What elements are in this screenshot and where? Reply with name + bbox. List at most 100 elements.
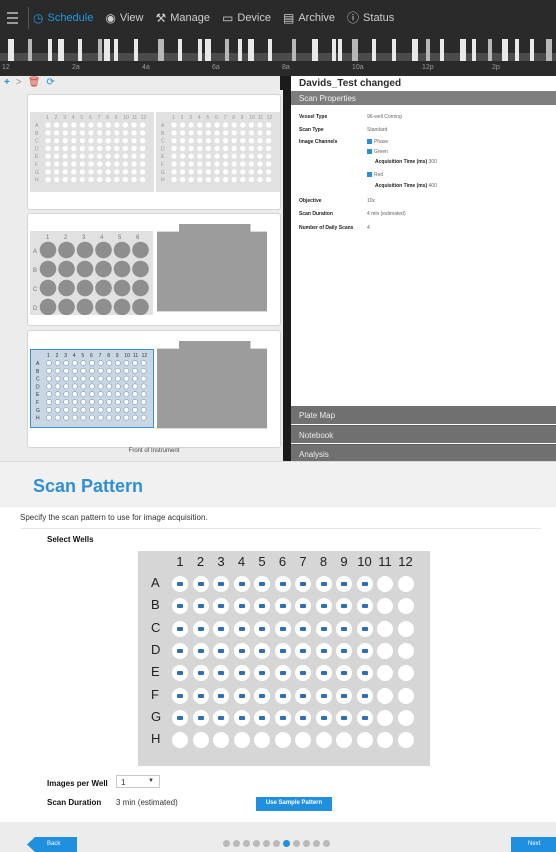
well-G8[interactable] — [315, 709, 332, 726]
column-header-10[interactable]: 10 — [355, 554, 375, 569]
scan-slot-bar[interactable] — [332, 39, 336, 61]
well-F12[interactable] — [397, 687, 414, 704]
scan-slot-bar[interactable] — [440, 39, 444, 61]
well-E11[interactable] — [377, 665, 393, 682]
well-B7[interactable] — [295, 598, 311, 615]
scan-slot-bar[interactable] — [488, 39, 492, 61]
scan-slot-bar[interactable] — [78, 39, 82, 61]
well-D6[interactable] — [274, 642, 291, 659]
well-F3[interactable] — [213, 687, 229, 704]
scan-slot-bar[interactable] — [546, 39, 552, 61]
well-G10[interactable] — [356, 709, 373, 726]
well-D1[interactable] — [172, 642, 188, 659]
well-F5[interactable] — [254, 687, 270, 704]
well-C1[interactable] — [172, 620, 188, 637]
well-E8[interactable] — [315, 665, 332, 682]
row-header-B[interactable]: B — [151, 597, 160, 612]
column-header-5[interactable]: 5 — [252, 554, 272, 569]
well-B2[interactable] — [192, 598, 209, 615]
nav-status[interactable]: ⓘ Status — [347, 12, 394, 24]
step-dot[interactable] — [273, 840, 280, 847]
well-B5[interactable] — [254, 598, 270, 615]
accordion-plate-map[interactable]: Plate Map — [291, 406, 556, 424]
well-F8[interactable] — [315, 687, 332, 704]
well-B10[interactable] — [356, 598, 373, 615]
scan-slot-bar[interactable] — [338, 39, 342, 61]
well-C12[interactable] — [397, 620, 414, 637]
vessel-tray-2[interactable]: 1 2 3 4 5 6 A B C D — [27, 213, 281, 326]
row-header-D[interactable]: D — [151, 642, 160, 657]
well-D4[interactable] — [233, 642, 250, 659]
scan-slot-bar[interactable] — [312, 39, 318, 61]
well-A2[interactable] — [192, 576, 209, 592]
well-G9[interactable] — [336, 709, 352, 726]
images-per-well-select[interactable]: 1 ▼ — [116, 775, 160, 788]
scan-slot-bar[interactable] — [178, 39, 182, 61]
accordion-analysis[interactable]: Analysis — [291, 444, 556, 461]
well-G4[interactable] — [233, 709, 250, 726]
well-H6[interactable] — [274, 732, 291, 749]
well-G3[interactable] — [213, 709, 229, 726]
column-header-9[interactable]: 9 — [334, 554, 354, 569]
well-C4[interactable] — [233, 620, 250, 637]
well-B6[interactable] — [274, 598, 291, 615]
scan-slot-bar[interactable] — [472, 39, 476, 61]
scan-slot-bar[interactable] — [28, 39, 32, 61]
step-dot[interactable] — [323, 840, 330, 847]
next-button[interactable]: Next — [511, 837, 556, 852]
well-A8[interactable] — [315, 576, 332, 592]
scan-slot-bar[interactable] — [502, 39, 508, 61]
step-dot[interactable] — [233, 840, 240, 847]
empty-holder-2[interactable] — [157, 341, 267, 436]
prop-channel-green[interactable]: Green — [367, 149, 388, 155]
well-C8[interactable] — [315, 620, 332, 637]
well-C9[interactable] — [336, 620, 352, 637]
well-A1[interactable] — [172, 576, 188, 592]
column-header-8[interactable]: 8 — [314, 554, 334, 569]
well-F7[interactable] — [295, 687, 311, 704]
prop-channel-red[interactable]: Red — [367, 172, 383, 178]
well-plate-selector[interactable]: 1 2 3 4 5 6 7 8 9 10 11 12 A B C D E F G H — [138, 551, 430, 766]
well-H4[interactable] — [233, 732, 250, 749]
step-dot[interactable] — [243, 840, 250, 847]
well-E12[interactable] — [397, 665, 414, 682]
well-A11[interactable] — [377, 576, 393, 592]
vessel-tray-3[interactable]: 1 2 3 4 5 6 7 8 9 10 11 12 A B C D E F G H — [27, 330, 281, 448]
well-C7[interactable] — [295, 620, 311, 637]
column-header-4[interactable]: 4 — [232, 554, 252, 569]
row-header-H[interactable]: H — [151, 731, 160, 746]
well-D8[interactable] — [315, 642, 332, 659]
row-header-E[interactable]: E — [151, 664, 160, 679]
well-E3[interactable] — [213, 665, 229, 682]
scan-slot-bar[interactable] — [352, 39, 358, 61]
column-header-6[interactable]: 6 — [273, 554, 293, 569]
well-H11[interactable] — [377, 732, 393, 749]
well-C11[interactable] — [377, 620, 393, 637]
well-A4[interactable] — [233, 576, 250, 592]
scan-slot-bar[interactable] — [205, 39, 211, 61]
well-E10[interactable] — [356, 665, 373, 682]
step-dot[interactable] — [263, 840, 270, 847]
scan-slot-bar[interactable] — [412, 39, 418, 61]
well-B8[interactable] — [315, 598, 332, 615]
scan-properties-header[interactable]: Scan Properties — [291, 91, 556, 105]
well-E9[interactable] — [336, 665, 352, 682]
row-header-C[interactable]: C — [151, 620, 160, 635]
well-A7[interactable] — [295, 576, 311, 592]
well-D2[interactable] — [192, 642, 209, 659]
step-dot[interactable] — [293, 840, 300, 847]
timeline-strip[interactable] — [0, 36, 556, 64]
well-D7[interactable] — [295, 642, 311, 659]
scan-slot-bar[interactable] — [158, 39, 164, 61]
well-H10[interactable] — [356, 732, 373, 749]
row-header-F[interactable]: F — [151, 687, 159, 702]
scan-slot-bar[interactable] — [426, 39, 430, 61]
well-A3[interactable] — [213, 576, 229, 592]
column-header-2[interactable]: 2 — [191, 554, 211, 569]
well-H5[interactable] — [254, 732, 270, 749]
well-E2[interactable] — [192, 665, 209, 682]
well-B3[interactable] — [213, 598, 229, 615]
well-D3[interactable] — [213, 642, 229, 659]
well-C5[interactable] — [254, 620, 270, 637]
plate-96-well-selected[interactable]: 1 2 3 4 5 6 7 8 9 10 11 12 A B C D E F G H — [30, 349, 154, 428]
